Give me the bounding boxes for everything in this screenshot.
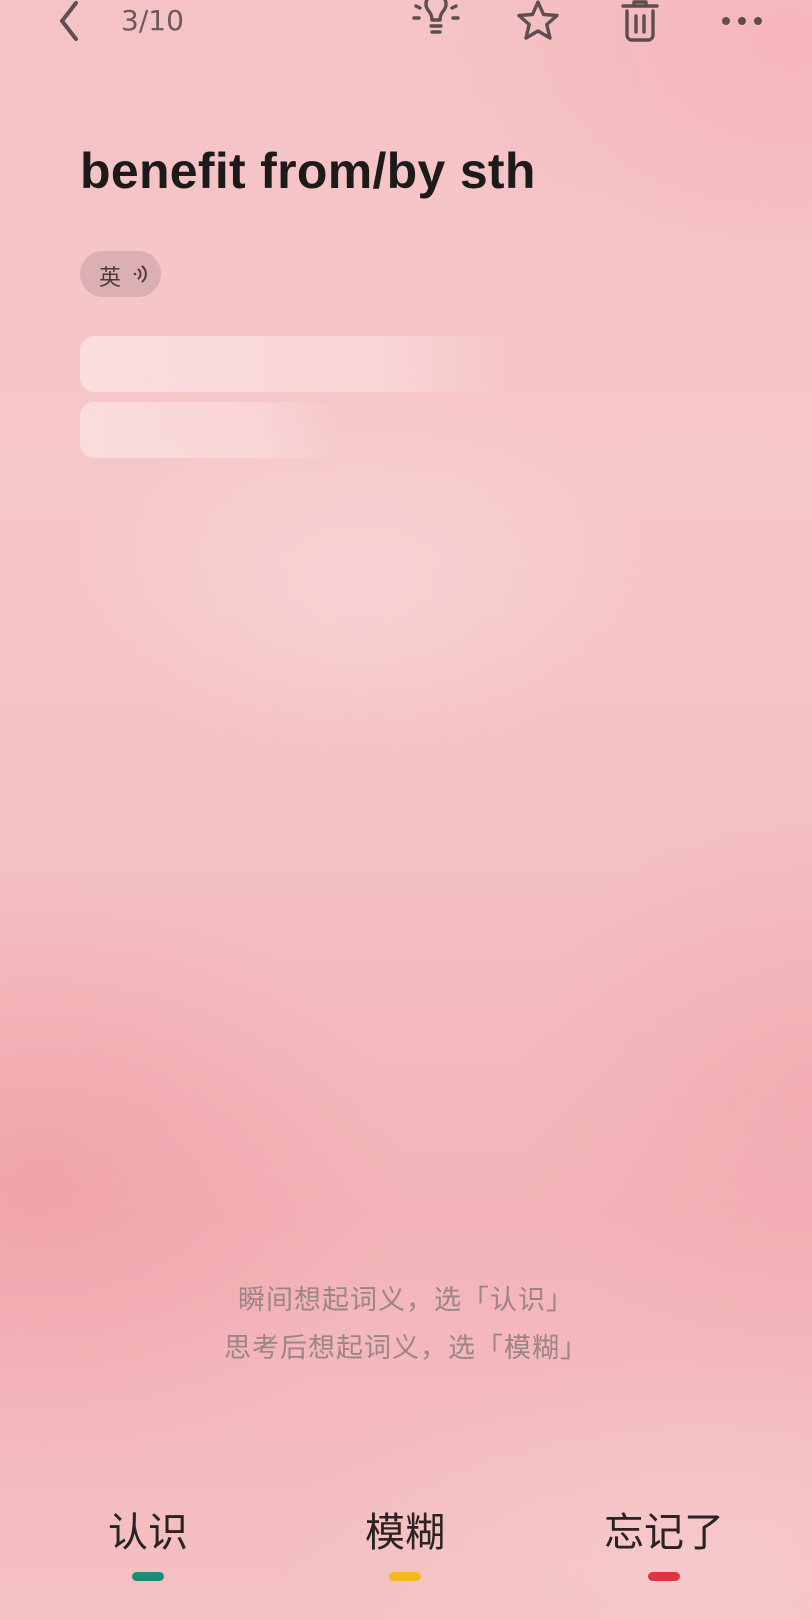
pronunciation-button[interactable]: 英 [80,251,161,297]
chevron-left-icon [60,1,78,41]
more-button[interactable] [718,0,766,44]
star-icon [517,0,559,40]
know-button[interactable]: 认识 [58,1500,238,1590]
meaning-mask-2[interactable] [80,402,338,458]
forgot-button[interactable]: 忘记了 [574,1500,754,1590]
forgot-indicator [648,1572,680,1581]
top-bar: 3/10 [0,0,812,44]
hint-button[interactable] [412,0,460,44]
progress-counter: 3/10 [121,4,184,37]
more-dots-icon [722,17,762,25]
meaning-mask-1[interactable] [80,336,504,392]
favorite-button[interactable] [514,0,562,44]
delete-button[interactable] [616,0,664,44]
fuzzy-label: 模糊 [365,1510,445,1556]
word-title: benefit from/by sth [80,143,536,199]
know-indicator [132,1572,164,1581]
speaker-icon [133,265,147,283]
lightbulb-icon [412,0,460,34]
hint-line-2: 思考后想起词义，选「模糊」 [224,1333,588,1364]
forgot-label: 忘记了 [604,1510,724,1556]
fuzzy-button[interactable]: 模糊 [315,1500,495,1590]
back-button[interactable] [50,0,90,41]
hint-line-1: 瞬间想起词义，选「认识」 [238,1285,574,1316]
pronunciation-label: 英 [99,266,122,291]
trash-icon [621,0,659,42]
fuzzy-indicator [389,1572,421,1581]
know-label: 认识 [108,1510,188,1556]
